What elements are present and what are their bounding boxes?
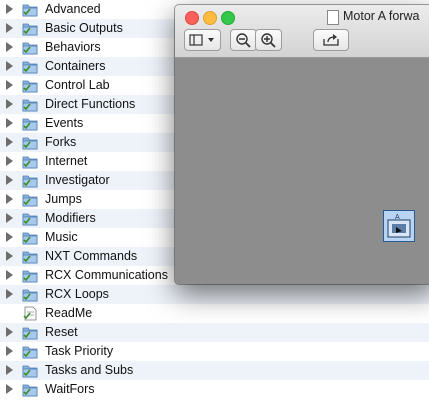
folder-icon: [22, 175, 38, 188]
list-item-label: Basic Outputs: [45, 21, 123, 35]
folder-icon: [22, 365, 38, 378]
disclosure-triangle-icon[interactable]: [6, 251, 13, 261]
disclosure-triangle-icon[interactable]: [6, 365, 13, 375]
sidebar-toggle-icon: [189, 34, 214, 46]
list-item[interactable]: Tasks and Subs: [0, 361, 429, 380]
disclosure-triangle-icon[interactable]: [6, 175, 13, 185]
folder-icon: [22, 289, 38, 302]
list-item-label: WaitFors: [45, 382, 95, 396]
list-item[interactable]: WaitFors: [0, 380, 429, 399]
list-item-label: ReadMe: [45, 306, 93, 320]
disclosure-triangle-icon[interactable]: [6, 80, 13, 90]
folder-icon: [22, 384, 38, 397]
list-item-label: Containers: [45, 59, 106, 73]
list-item-label: RCX Loops: [45, 287, 109, 301]
folder-icon: [22, 42, 38, 55]
list-item[interactable]: RCX Loops: [0, 285, 429, 304]
window-titlebar: Motor A forwa: [175, 5, 429, 58]
zoom-in-button[interactable]: [255, 29, 282, 51]
list-item-label: Advanced: [45, 2, 101, 16]
disclosure-triangle-icon[interactable]: [6, 384, 13, 394]
list-item-label: Reset: [45, 325, 78, 339]
zoom-out-icon: [236, 33, 251, 48]
disclosure-triangle-icon[interactable]: [6, 327, 13, 337]
list-item-label: Investigator: [45, 173, 110, 187]
folder-icon: [22, 156, 38, 169]
preview-window: Motor A forwa A: [175, 5, 429, 284]
share-icon: [323, 34, 339, 46]
disclosure-triangle-icon[interactable]: [6, 61, 13, 71]
minimize-window-button[interactable]: [203, 11, 217, 25]
folder-icon: [22, 327, 38, 340]
disclosure-triangle-icon[interactable]: [6, 23, 13, 33]
document-icon: [23, 306, 37, 321]
document-icon: [327, 10, 339, 25]
list-item-label: Direct Functions: [45, 97, 136, 111]
folder-icon: [22, 251, 38, 264]
list-item-label: Modifiers: [45, 211, 96, 225]
list-item-label: Tasks and Subs: [45, 363, 134, 377]
folder-icon: [22, 213, 38, 226]
disclosure-triangle-icon[interactable]: [6, 289, 13, 299]
motor-block-icon[interactable]: A: [383, 210, 415, 242]
list-item-label: Events: [45, 116, 84, 130]
folder-icon: [22, 23, 38, 36]
zoom-out-button[interactable]: [230, 29, 257, 51]
list-item-label: Internet: [45, 154, 88, 168]
folder-icon: [22, 80, 38, 93]
disclosure-triangle-icon[interactable]: [6, 213, 13, 223]
folder-icon: [22, 61, 38, 74]
sidebar-toggle-button[interactable]: [184, 29, 221, 51]
folder-icon: [22, 99, 38, 112]
zoom-window-button[interactable]: [221, 11, 235, 25]
zoom-in-icon: [261, 33, 276, 48]
folder-icon: [22, 346, 38, 359]
folder-icon: [22, 270, 38, 283]
disclosure-triangle-icon[interactable]: [6, 232, 13, 242]
disclosure-triangle-icon[interactable]: [6, 99, 13, 109]
disclosure-triangle-icon[interactable]: [6, 4, 13, 14]
disclosure-triangle-icon[interactable]: [6, 270, 13, 280]
list-item[interactable]: Reset: [0, 323, 429, 342]
disclosure-triangle-icon[interactable]: [6, 118, 13, 128]
window-title: Motor A forwa: [343, 9, 420, 23]
list-item-label: Task Priority: [45, 344, 114, 358]
folder-icon: [22, 194, 38, 207]
list-item[interactable]: Task Priority: [0, 342, 429, 361]
list-item[interactable]: ReadMe: [0, 304, 429, 323]
disclosure-triangle-icon[interactable]: [6, 137, 13, 147]
list-item-label: RCX Communications: [45, 268, 168, 282]
share-button[interactable]: [313, 29, 349, 51]
close-window-button[interactable]: [185, 11, 199, 25]
folder-icon: [22, 232, 38, 245]
folder-icon: [22, 137, 38, 150]
preview-canvas[interactable]: A: [175, 58, 429, 284]
folder-icon: [22, 4, 38, 17]
list-item-label: Forks: [45, 135, 77, 149]
list-item-label: Behaviors: [45, 40, 101, 54]
disclosure-triangle-icon[interactable]: [6, 156, 13, 166]
list-item-label: Music: [45, 230, 78, 244]
disclosure-triangle-icon[interactable]: [6, 42, 13, 52]
list-item-label: NXT Commands: [45, 249, 138, 263]
list-item-label: Jumps: [45, 192, 82, 206]
list-item-label: Control Lab: [45, 78, 110, 92]
folder-icon: [22, 118, 38, 131]
disclosure-triangle-icon[interactable]: [6, 346, 13, 356]
disclosure-triangle-icon[interactable]: [6, 194, 13, 204]
